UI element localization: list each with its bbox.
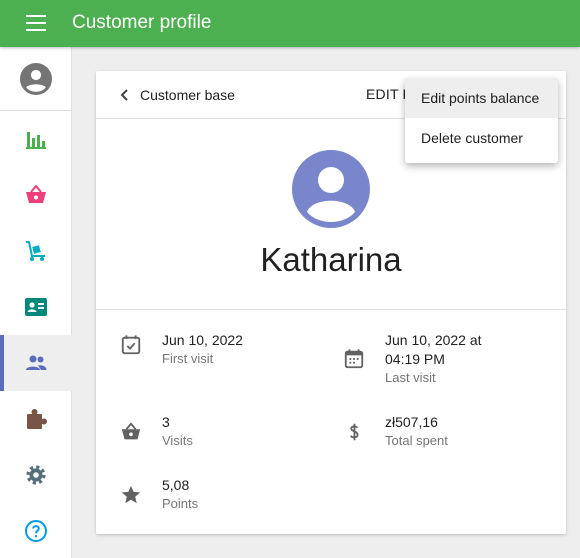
dollar-icon <box>349 423 359 441</box>
gear-icon <box>26 465 46 485</box>
account-circle-icon <box>20 63 52 95</box>
sidebar-item-settings[interactable] <box>0 447 72 503</box>
back-label: Customer base <box>140 87 235 103</box>
puzzle-icon <box>27 409 47 429</box>
total-spent-info: zł507,16 Total spent <box>343 412 543 452</box>
bar-chart-icon <box>26 132 46 149</box>
points-value: 5,08 <box>162 477 190 493</box>
points-info: 5,08 Points <box>120 475 320 515</box>
sidebar-item-help[interactable] <box>0 503 72 558</box>
points-label: Points <box>162 496 199 511</box>
id-card-icon <box>25 298 47 316</box>
star-icon <box>121 485 141 504</box>
visits-value: 3 <box>162 414 170 430</box>
person-icon <box>307 167 355 222</box>
last-visit-date: Jun 10, 2022 at <box>385 332 482 348</box>
sidebar <box>0 47 72 558</box>
first-visit-info: Jun 10, 2022 First visit <box>120 330 320 370</box>
sidebar-item-addons[interactable] <box>0 391 72 447</box>
chevron-left-icon <box>120 89 128 101</box>
last-visit-time: 04:19 PM <box>385 351 445 367</box>
dolly-icon <box>26 241 45 261</box>
customer-avatar <box>292 150 370 228</box>
delete-customer-item[interactable]: Delete customer <box>405 118 558 158</box>
sidebar-item-sales[interactable] <box>0 111 72 167</box>
total-spent-label: Total spent <box>385 433 448 448</box>
people-icon <box>26 355 47 370</box>
last-visit-label: Last visit <box>385 370 436 385</box>
visits-label: Visits <box>162 433 193 448</box>
options-menu: Edit points balance Delete customer <box>405 78 558 163</box>
calendar-check-icon <box>121 335 141 355</box>
basket-icon <box>121 422 141 440</box>
hamburger-menu-icon[interactable] <box>26 15 46 31</box>
calendar-icon <box>344 349 364 369</box>
divider <box>96 309 566 310</box>
sidebar-item-customers[interactable] <box>0 335 72 391</box>
sidebar-item-shop[interactable] <box>0 167 72 223</box>
first-visit-label: First visit <box>162 351 214 366</box>
account-button[interactable] <box>0 47 72 111</box>
total-spent-value: zł507,16 <box>385 414 438 430</box>
edit-points-balance-item[interactable]: Edit points balance <box>405 78 558 118</box>
customer-name: Katharina <box>260 241 402 278</box>
visits-info: 3 Visits <box>120 412 320 452</box>
sidebar-item-employees[interactable] <box>0 279 72 335</box>
first-visit-value: Jun 10, 2022 <box>162 332 243 348</box>
app-title: Customer profile <box>72 12 212 33</box>
sidebar-item-products[interactable] <box>0 223 72 279</box>
basket-icon <box>26 184 46 203</box>
help-icon <box>25 520 47 542</box>
last-visit-info: Jun 10, 2022 at 04:19 PM Last visit <box>343 330 543 386</box>
app-bar: Customer profile <box>0 0 580 47</box>
